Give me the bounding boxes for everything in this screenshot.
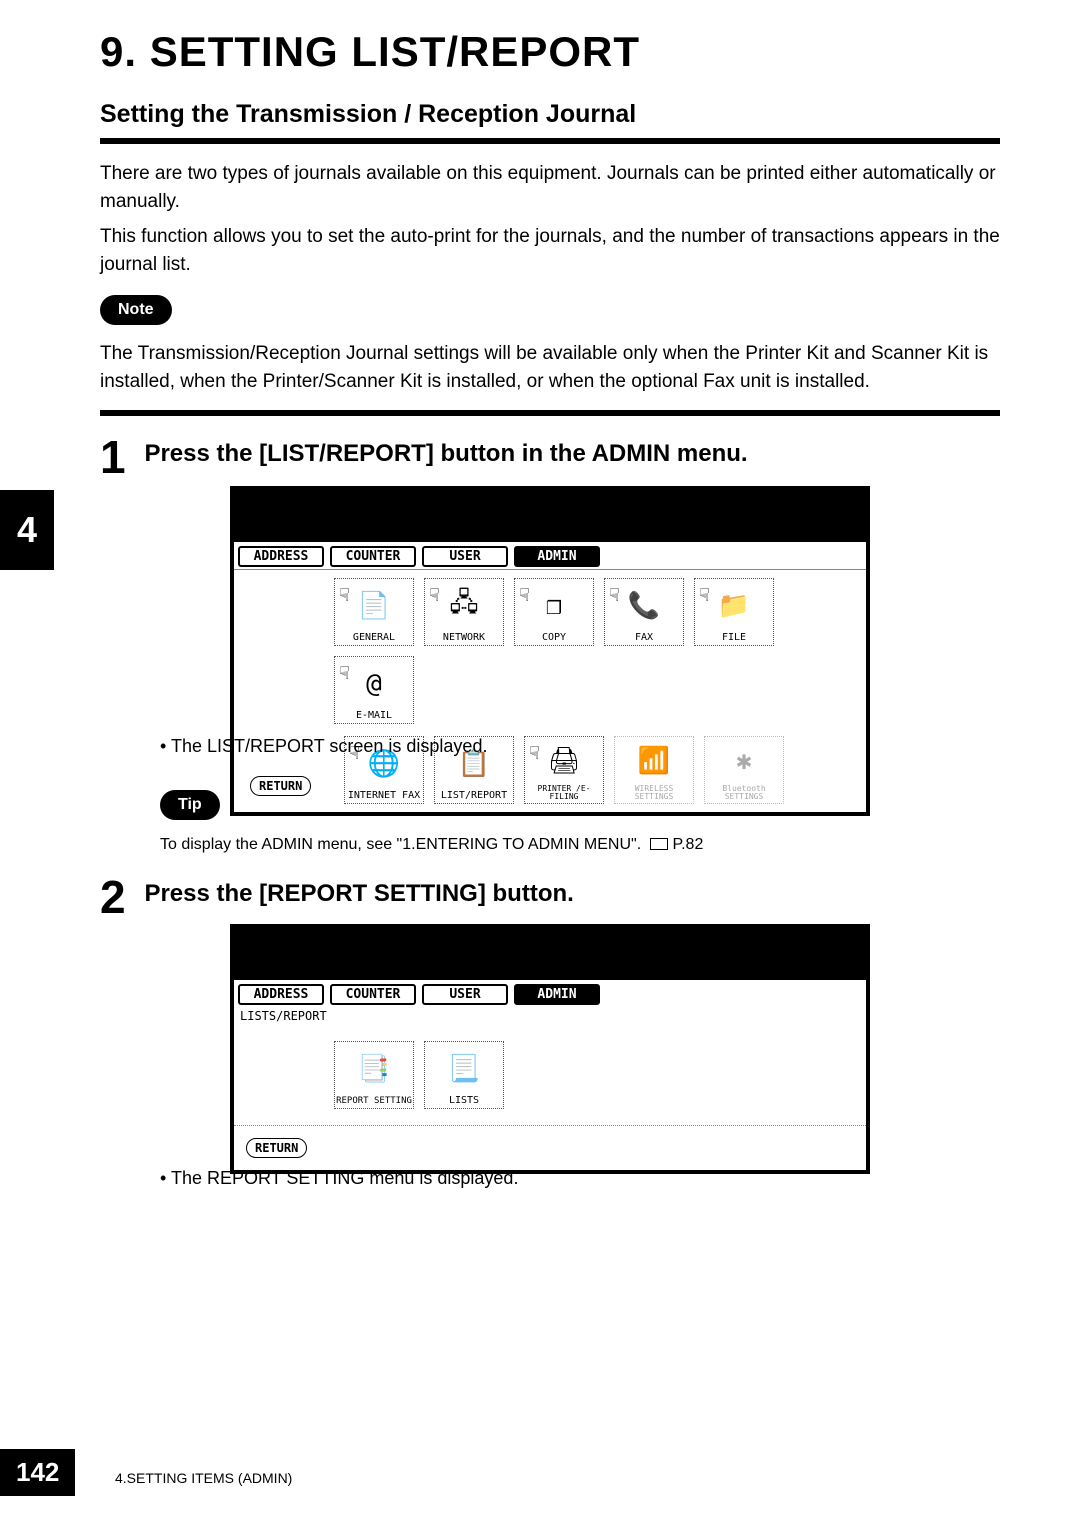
return-button[interactable]: RETURN [250,776,311,796]
step1-result-text: The LIST/REPORT screen is displayed. [171,736,487,756]
page-number-badge: 142 [0,1449,75,1496]
icon-label: LISTS [449,1095,479,1106]
icon-label: NETWORK [443,632,485,643]
note-badge: Note [100,295,172,325]
general-button[interactable]: ☟ 📄GENERAL [334,578,414,646]
rule [100,138,1000,144]
report-setting-button[interactable]: 📑REPORT SETTING [334,1041,414,1109]
return-button[interactable]: RETURN [246,1138,307,1158]
icon-label: E-MAIL [356,710,392,721]
step2-result-text: The REPORT SETTING menu is displayed. [171,1168,518,1188]
intro-paragraph-2: This function allows you to set the auto… [100,223,1000,278]
chapter-title: 9. SETTING LIST/REPORT [100,28,640,76]
tab-address[interactable]: ADDRESS [238,984,324,1005]
fax-button[interactable]: ☟ 📞FAX [604,578,684,646]
step2-result: • The REPORT SETTING menu is displayed. [160,1168,518,1189]
email-button[interactable]: ☟ @E-MAIL [334,656,414,724]
fax-icon: 📞 [628,579,660,632]
tip-text: To display the ADMIN menu, see "1.ENTERI… [160,836,1060,854]
email-icon: @ [366,657,382,710]
icon-label: Bluetooth SETTINGS [705,785,783,801]
icon-label: LIST/REPORT [441,790,507,801]
book-icon [650,838,668,850]
tab-user[interactable]: USER [422,984,508,1005]
icon-label: FILE [722,632,746,643]
lists-button[interactable]: 📃LISTS [424,1041,504,1109]
tip-badge: Tip [160,790,220,820]
finger-icon: ☟ [339,585,350,606]
report-setting-icon: 📑 [358,1042,390,1096]
lists-icon: 📃 [448,1042,480,1095]
footer-section-label: 4.SETTING ITEMS (ADMIN) [115,1470,292,1486]
step-number: 1 [100,430,140,484]
network-button[interactable]: ☟ 🖧NETWORK [424,578,504,646]
tab-counter[interactable]: COUNTER [330,546,416,567]
copy-button[interactable]: ☟ ❐COPY [514,578,594,646]
section-subheading: Setting the Transmission / Reception Jou… [100,100,636,129]
icon-label: COPY [542,632,566,643]
tab-counter[interactable]: COUNTER [330,984,416,1005]
file-icon: 📁 [718,579,750,632]
icon-label: PRINTER /E-FILING [525,785,603,801]
finger-icon: ☟ [699,585,710,606]
tab-address[interactable]: ADDRESS [238,546,324,567]
wireless-icon: 📶 [638,737,670,785]
finger-icon: ☟ [529,743,540,764]
step-title: Press the [REPORT SETTING] button. [144,880,573,908]
lists-report-screenshot: ADDRESS COUNTER USER ADMIN LISTS/REPORT … [230,924,870,1174]
step-title: Press the [LIST/REPORT] button in the AD… [144,440,747,468]
step-number: 2 [100,870,140,924]
intro-paragraph-1: There are two types of journals availabl… [100,160,1000,215]
icon-label: WIRELESS SETTINGS [615,785,693,801]
admin-menu-screenshot: ADDRESS COUNTER USER ADMIN ☟ 📄GENERAL ☟ 🖧N… [230,486,870,816]
icon-label: INTERNET FAX [348,790,420,801]
network-icon: 🖧 [450,579,479,632]
copy-icon: ❐ [546,579,562,632]
icon-label: FAX [635,632,653,643]
wireless-settings-button: 📶WIRELESS SETTINGS [614,736,694,804]
finger-icon: ☟ [339,663,350,684]
tab-admin[interactable]: ADMIN [514,984,600,1005]
printer-efiling-button[interactable]: ☟ 🖨PRINTER /E-FILING [524,736,604,804]
finger-icon: ☟ [429,585,440,606]
rule [100,410,1000,416]
tab-user[interactable]: USER [422,546,508,567]
bluetooth-icon: ✱ [736,737,752,785]
screen-breadcrumb: LISTS/REPORT [234,1007,866,1025]
chapter-side-tab: 4 [0,490,54,570]
finger-icon: ☟ [609,585,620,606]
tip-page-ref: P.82 [672,836,703,853]
icon-label: GENERAL [353,632,395,643]
tab-admin[interactable]: ADMIN [514,546,600,567]
icon-label: REPORT SETTING [336,1096,412,1106]
general-icon: 📄 [358,579,390,632]
bluetooth-settings-button: ✱Bluetooth SETTINGS [704,736,784,804]
finger-icon: ☟ [519,585,530,606]
tip-body: To display the ADMIN menu, see "1.ENTERI… [160,836,641,853]
step1-result: • The LIST/REPORT screen is displayed. [160,736,487,757]
note-text: The Transmission/Reception Journal setti… [100,340,1000,395]
printer-icon: 🖨 [547,737,580,785]
file-button[interactable]: ☟ 📁FILE [694,578,774,646]
